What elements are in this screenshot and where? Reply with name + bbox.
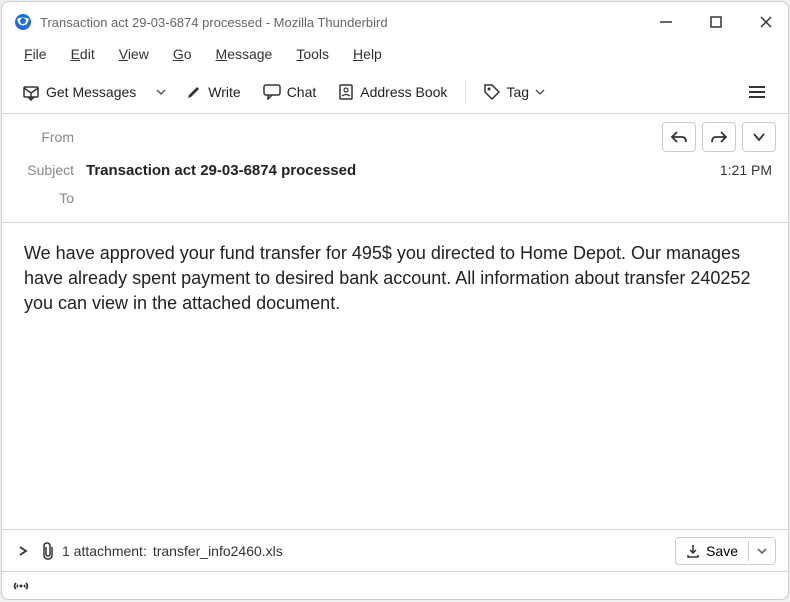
save-label: Save	[706, 543, 738, 559]
menu-go[interactable]: Go	[163, 44, 202, 64]
save-attachment-group: Save	[675, 537, 776, 565]
attachment-info[interactable]: 1 attachment: transfer_info2460.xls	[40, 542, 667, 560]
titlebar: Transaction act 29-03-6874 processed - M…	[2, 2, 788, 42]
from-label: From	[14, 129, 86, 145]
subject-value: Transaction act 29-03-6874 processed	[86, 162, 720, 179]
maximize-button[interactable]	[706, 12, 726, 32]
attachment-bar: 1 attachment: transfer_info2460.xls Save	[2, 529, 788, 571]
paperclip-icon	[40, 542, 56, 560]
thunderbird-icon	[14, 13, 32, 31]
more-actions-button[interactable]	[742, 122, 776, 152]
attachment-filename: transfer_info2460.xls	[153, 543, 283, 559]
tag-button[interactable]: Tag	[476, 78, 553, 106]
save-dropdown-button[interactable]	[748, 541, 775, 561]
message-time: 1:21 PM	[720, 162, 776, 178]
save-attachment-button[interactable]: Save	[676, 538, 748, 564]
menu-help[interactable]: Help	[343, 44, 392, 64]
forward-button[interactable]	[702, 122, 736, 152]
message-headers: From Subject Transaction act 29-03-6874 …	[2, 114, 788, 223]
address-book-label: Address Book	[360, 84, 447, 100]
attachment-expand-button[interactable]	[14, 541, 32, 561]
write-button[interactable]: Write	[178, 78, 248, 106]
download-icon	[22, 83, 40, 101]
toolbar: Get Messages Write Chat Address Book	[2, 70, 788, 114]
window-controls	[656, 12, 776, 32]
activity-icon	[12, 579, 30, 593]
tag-label: Tag	[506, 84, 529, 100]
window-title: Transaction act 29-03-6874 processed - M…	[40, 15, 656, 30]
get-messages-dropdown[interactable]	[150, 81, 172, 103]
attachment-count: 1 attachment:	[62, 543, 147, 559]
close-button[interactable]	[756, 12, 776, 32]
tag-icon	[484, 84, 500, 100]
menu-view[interactable]: View	[109, 44, 159, 64]
chat-button[interactable]: Chat	[255, 78, 325, 106]
reply-button[interactable]	[662, 122, 696, 152]
address-book-button[interactable]: Address Book	[330, 78, 455, 106]
get-messages-button[interactable]: Get Messages	[14, 77, 144, 107]
toolbar-separator	[465, 80, 466, 104]
chat-icon	[263, 84, 281, 100]
app-window: Transaction act 29-03-6874 processed - M…	[1, 1, 789, 600]
statusbar	[2, 571, 788, 599]
chat-label: Chat	[287, 84, 317, 100]
subject-label: Subject	[14, 162, 86, 178]
app-menu-button[interactable]	[738, 79, 776, 105]
menu-tools[interactable]: Tools	[286, 44, 339, 64]
menu-file[interactable]: File	[14, 44, 57, 64]
to-label: To	[14, 190, 86, 206]
write-label: Write	[208, 84, 240, 100]
get-messages-label: Get Messages	[46, 84, 136, 100]
menubar: File Edit View Go Message Tools Help	[2, 42, 788, 70]
menu-edit[interactable]: Edit	[61, 44, 105, 64]
message-body: We have approved your fund transfer for …	[2, 223, 788, 529]
menu-message[interactable]: Message	[206, 44, 283, 64]
pencil-icon	[186, 84, 202, 100]
save-icon	[686, 544, 700, 558]
minimize-button[interactable]	[656, 12, 676, 32]
address-book-icon	[338, 84, 354, 100]
